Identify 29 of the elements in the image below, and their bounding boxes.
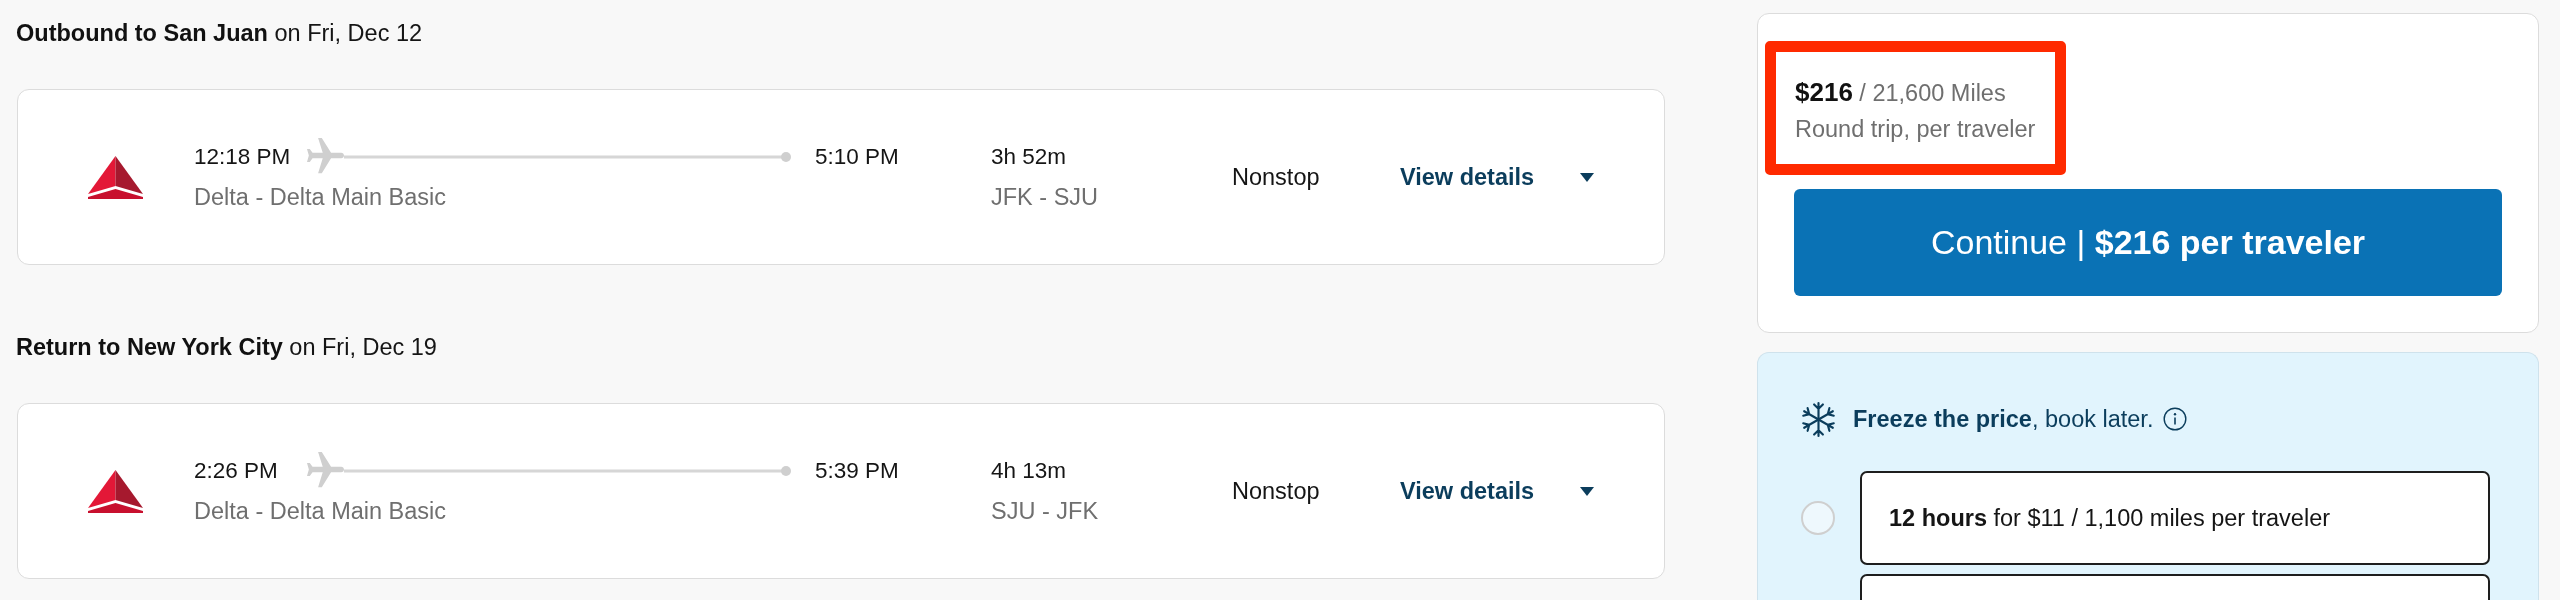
departure-time: 2:26 PM [194, 457, 279, 485]
option-card[interactable]: 12 hours for $11 / 1,100 miles per traveler [1860, 471, 2490, 565]
stops-text: Nonstop [1232, 476, 1321, 506]
departure-time: 12:18 PM [194, 143, 292, 171]
section-heading: Return to New York City on Fri, Dec 19 [16, 333, 437, 362]
triangle-logo-icon [88, 155, 143, 199]
stops-text: Nonstop [1232, 162, 1321, 192]
duration-text: 3h 52m [991, 143, 1067, 171]
view-details-button[interactable]: View details [1400, 476, 1595, 506]
duration-text: 4h 13m [991, 457, 1067, 485]
arrival-time: 5:10 PM [815, 143, 899, 171]
trip-note: Round trip, per traveler [1795, 115, 2036, 144]
info-icon[interactable] [2163, 407, 2188, 431]
continue-button[interactable]: Continue | $216 per traveler [1794, 189, 2502, 296]
route-text: SJU - JFK [991, 497, 1099, 526]
radio-button[interactable] [1801, 501, 1835, 535]
option-card[interactable] [1860, 574, 2490, 600]
view-details-button[interactable]: View details [1400, 162, 1595, 192]
airline-fare-text: Delta - Delta Main Basic [194, 183, 447, 212]
route-text: JFK - SJU [991, 183, 1099, 212]
airplane-icon [307, 138, 344, 175]
arrival-time: 5:39 PM [815, 457, 899, 485]
triangle-logo-icon [88, 469, 143, 513]
snowflake-icon [1800, 400, 1837, 438]
section-heading: Outbound to San Juan on Fri, Dec 12 [16, 19, 423, 48]
price-text: $216 / 21,600 Miles [1795, 76, 2007, 109]
airline-fare-text: Delta - Delta Main Basic [194, 497, 447, 526]
airplane-icon [307, 452, 344, 489]
freeze-title: Freeze the price, book later. [1853, 405, 2154, 434]
